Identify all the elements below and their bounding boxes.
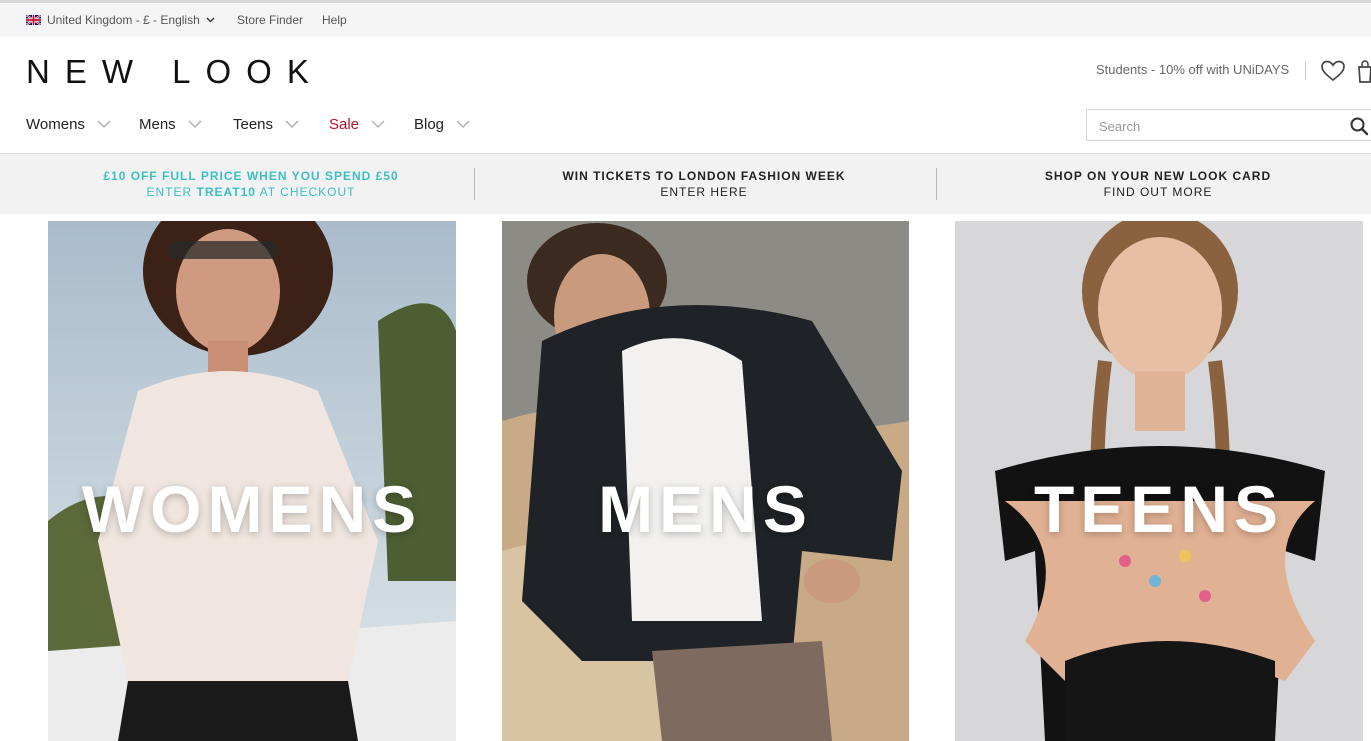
heart-icon[interactable] — [1320, 59, 1346, 83]
chevron-down-icon — [456, 120, 470, 128]
search-input[interactable] — [1099, 117, 1329, 135]
promo-fashion-week-title: WIN TICKETS TO LONDON FASHION WEEK — [562, 169, 846, 183]
nav-womens-label: Womens — [26, 115, 85, 133]
new-look-logo[interactable]: NEW LOOK — [26, 54, 324, 90]
help-link[interactable]: Help — [322, 3, 347, 37]
promo-card[interactable]: SHOP ON YOUR NEW LOOK CARD FIND OUT MORE — [968, 154, 1348, 214]
nav-mens[interactable]: Mens — [139, 112, 202, 136]
promo-fashion-week[interactable]: WIN TICKETS TO LONDON FASHION WEEK ENTER… — [504, 154, 904, 214]
promo-code-prefix: ENTER — [146, 185, 197, 199]
teens-tile-label: TEENS — [1033, 472, 1285, 546]
promo-card-cta: FIND OUT MORE — [1103, 185, 1213, 199]
promo-bar: £10 OFF FULL PRICE WHEN YOU SPEND £50 EN… — [0, 154, 1371, 214]
mens-tile-label: MENS — [598, 472, 813, 546]
region-label: United Kingdom - £ - English — [47, 13, 200, 27]
womens-tile-label: WOMENS — [81, 472, 423, 546]
header-divider — [1305, 62, 1306, 80]
store-finder-link[interactable]: Store Finder — [237, 3, 303, 37]
nav-teens-label: Teens — [233, 115, 274, 133]
teens-tile[interactable]: TEENS — [955, 221, 1363, 741]
region-selector[interactable]: United Kingdom - £ - English — [26, 3, 215, 37]
chevron-down-icon — [188, 120, 202, 128]
students-promo-link[interactable]: Students - 10% off with UNiDAYS — [1096, 62, 1289, 77]
nav-mens-label: Mens — [139, 115, 176, 133]
nav-teens[interactable]: Teens — [233, 112, 299, 136]
uk-flag-icon — [26, 15, 41, 25]
chevron-down-icon — [206, 17, 215, 23]
promo-discount-code-line: ENTER TREAT10 AT CHECKOUT — [146, 184, 355, 200]
chevron-down-icon — [97, 120, 111, 128]
nav-blog[interactable]: Blog — [414, 112, 470, 136]
promo-code-suffix: AT CHECKOUT — [255, 185, 356, 199]
mens-tile[interactable]: MENS — [502, 221, 909, 741]
chevron-down-icon — [285, 120, 299, 128]
womens-tile[interactable]: WOMENS — [48, 221, 456, 741]
promo-discount[interactable]: £10 OFF FULL PRICE WHEN YOU SPEND £50 EN… — [60, 154, 442, 214]
utility-bar: United Kingdom - £ - English Store Finde… — [0, 3, 1371, 37]
nav-sale[interactable]: Sale — [329, 112, 385, 136]
promo-divider — [474, 168, 475, 200]
chevron-down-icon — [371, 120, 385, 128]
promo-code: TREAT10 — [196, 185, 256, 199]
promo-divider — [936, 168, 937, 200]
promo-discount-title: £10 OFF FULL PRICE WHEN YOU SPEND £50 — [103, 169, 399, 183]
nav-sale-label: Sale — [329, 115, 360, 133]
nav-womens[interactable]: Womens — [26, 112, 111, 136]
search-icon[interactable] — [1349, 116, 1369, 136]
shopping-bag-icon[interactable] — [1356, 58, 1371, 84]
nav-blog-label: Blog — [414, 115, 445, 133]
promo-fashion-week-cta: ENTER HERE — [660, 185, 748, 199]
search-box — [1086, 109, 1371, 141]
promo-card-title: SHOP ON YOUR NEW LOOK CARD — [1044, 169, 1272, 183]
